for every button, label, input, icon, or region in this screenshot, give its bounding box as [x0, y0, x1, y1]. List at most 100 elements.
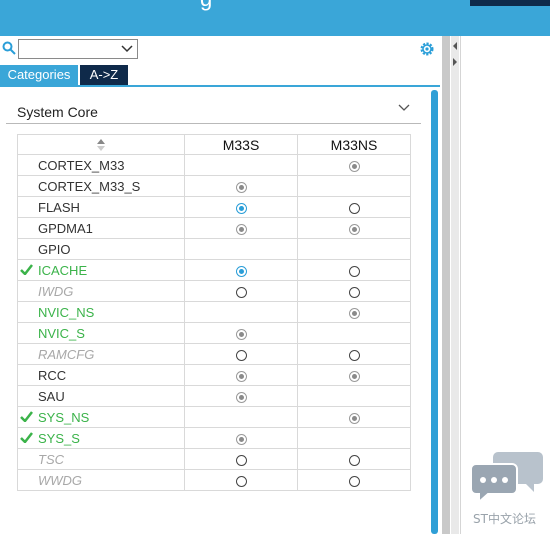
- sort-icon[interactable]: [96, 138, 106, 152]
- section-header-system-core[interactable]: System Core: [6, 97, 421, 124]
- table-row[interactable]: GPDMA1: [17, 217, 411, 239]
- radio-m33s[interactable]: [235, 475, 247, 487]
- table-row[interactable]: CORTEX_M33_S: [17, 175, 411, 197]
- peripheral-name-cell[interactable]: WWDG: [17, 469, 185, 491]
- context-cell-m33s: [184, 301, 298, 323]
- peripheral-name-cell[interactable]: SYS_NS: [17, 406, 185, 428]
- radio-m33ns[interactable]: [348, 265, 360, 277]
- context-cell-m33s[interactable]: [184, 385, 298, 407]
- context-cell-m33ns[interactable]: [297, 280, 411, 302]
- table-row[interactable]: TSC: [17, 448, 411, 470]
- radio-m33s[interactable]: [235, 223, 247, 235]
- radio-m33ns[interactable]: [348, 223, 360, 235]
- context-cell-m33ns[interactable]: [297, 217, 411, 239]
- peripheral-name: FLASH: [38, 200, 80, 215]
- collapse-arrow-icon[interactable]: [452, 40, 458, 70]
- peripheral-name-cell[interactable]: SAU: [17, 385, 185, 407]
- radio-m33s[interactable]: [235, 391, 247, 403]
- table-row[interactable]: RAMCFG: [17, 343, 411, 365]
- chevron-down-icon: [121, 45, 133, 53]
- table-row[interactable]: IWDG: [17, 280, 411, 302]
- context-cell-m33s[interactable]: [184, 322, 298, 344]
- context-cell-m33s[interactable]: [184, 427, 298, 449]
- panel-splitter-handle[interactable]: [451, 36, 459, 534]
- radio-m33s[interactable]: [235, 265, 247, 277]
- radio-m33ns[interactable]: [348, 307, 360, 319]
- peripheral-name-cell[interactable]: CORTEX_M33: [17, 154, 185, 176]
- table-row[interactable]: WWDG: [17, 469, 411, 491]
- peripheral-name-cell[interactable]: RAMCFG: [17, 343, 185, 365]
- context-cell-m33ns[interactable]: [297, 259, 411, 281]
- peripheral-name: NVIC_NS: [38, 305, 95, 320]
- radio-m33s[interactable]: [235, 349, 247, 361]
- gear-icon[interactable]: [418, 40, 436, 58]
- context-cell-m33s[interactable]: [184, 175, 298, 197]
- radio-m33ns[interactable]: [348, 286, 360, 298]
- radio-m33s[interactable]: [235, 286, 247, 298]
- radio-m33ns[interactable]: [348, 202, 360, 214]
- peripheral-name-cell[interactable]: TSC: [17, 448, 185, 470]
- context-cell-m33s[interactable]: [184, 259, 298, 281]
- search-row: [0, 38, 442, 62]
- context-cell-m33ns[interactable]: [297, 196, 411, 218]
- peripheral-name-cell[interactable]: CORTEX_M33_S: [17, 175, 185, 197]
- context-cell-m33s[interactable]: [184, 280, 298, 302]
- table-row[interactable]: GPIO: [17, 238, 411, 260]
- chevron-down-icon[interactable]: [398, 103, 410, 113]
- tab-a-to-z[interactable]: A->Z: [80, 65, 128, 85]
- table-row[interactable]: NVIC_S: [17, 322, 411, 344]
- sort-header[interactable]: [17, 134, 185, 155]
- radio-m33s[interactable]: [235, 454, 247, 466]
- context-cell-m33ns[interactable]: [297, 364, 411, 386]
- table-row[interactable]: CORTEX_M33: [17, 154, 411, 176]
- context-cell-m33ns[interactable]: [297, 448, 411, 470]
- table-row[interactable]: ICACHE: [17, 259, 411, 281]
- context-cell-m33s[interactable]: [184, 343, 298, 365]
- peripheral-name: GPDMA1: [38, 221, 93, 236]
- context-cell-m33s[interactable]: [184, 217, 298, 239]
- context-cell-m33s[interactable]: [184, 469, 298, 491]
- context-cell-m33ns[interactable]: [297, 301, 411, 323]
- peripheral-name-cell[interactable]: GPIO: [17, 238, 185, 260]
- radio-m33s[interactable]: [235, 370, 247, 382]
- peripheral-name: GPIO: [38, 242, 71, 257]
- context-cell-m33ns[interactable]: [297, 469, 411, 491]
- peripheral-name-cell[interactable]: SYS_S: [17, 427, 185, 449]
- radio-m33ns[interactable]: [348, 412, 360, 424]
- table-row[interactable]: SAU: [17, 385, 411, 407]
- peripheral-name-cell[interactable]: IWDG: [17, 280, 185, 302]
- table-row[interactable]: SYS_S: [17, 427, 411, 449]
- peripheral-name-cell[interactable]: FLASH: [17, 196, 185, 218]
- peripheral-name-cell[interactable]: NVIC_S: [17, 322, 185, 344]
- table-row[interactable]: SYS_NS: [17, 406, 411, 428]
- context-cell-m33ns: [297, 175, 411, 197]
- search-combobox[interactable]: [18, 39, 138, 59]
- radio-m33s[interactable]: [235, 433, 247, 445]
- table-row[interactable]: RCC: [17, 364, 411, 386]
- radio-m33ns[interactable]: [348, 475, 360, 487]
- context-cell-m33ns[interactable]: [297, 154, 411, 176]
- radio-m33ns[interactable]: [348, 349, 360, 361]
- context-cell-m33s[interactable]: [184, 196, 298, 218]
- panel-splitter[interactable]: [442, 36, 450, 534]
- peripheral-name-cell[interactable]: ICACHE: [17, 259, 185, 281]
- context-cell-m33ns[interactable]: [297, 406, 411, 428]
- search-icon[interactable]: [2, 41, 16, 55]
- radio-m33ns[interactable]: [348, 160, 360, 172]
- context-cell-m33s[interactable]: [184, 448, 298, 470]
- vertical-scrollbar[interactable]: [431, 90, 438, 534]
- context-cell-m33s[interactable]: [184, 364, 298, 386]
- peripheral-name-cell[interactable]: NVIC_NS: [17, 301, 185, 323]
- radio-m33ns[interactable]: [348, 454, 360, 466]
- radio-m33s[interactable]: [235, 181, 247, 193]
- peripheral-name-cell[interactable]: RCC: [17, 364, 185, 386]
- context-cell-m33s: [184, 238, 298, 260]
- tab-categories[interactable]: Categories: [0, 65, 78, 85]
- context-cell-m33ns[interactable]: [297, 343, 411, 365]
- table-row[interactable]: NVIC_NS: [17, 301, 411, 323]
- table-row[interactable]: FLASH: [17, 196, 411, 218]
- radio-m33ns[interactable]: [348, 370, 360, 382]
- radio-m33s[interactable]: [235, 202, 247, 214]
- radio-m33s[interactable]: [235, 328, 247, 340]
- peripheral-name-cell[interactable]: GPDMA1: [17, 217, 185, 239]
